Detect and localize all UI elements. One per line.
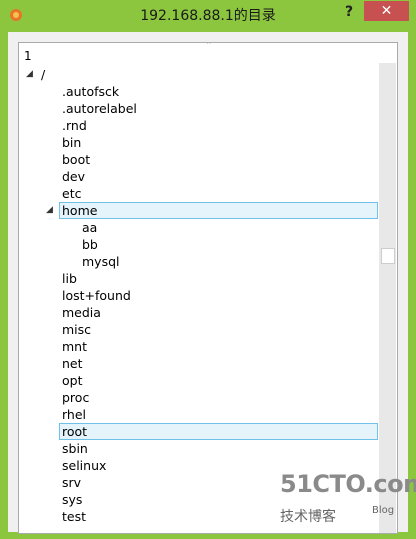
column-header[interactable]: 1 (24, 49, 32, 63)
scrollbar-track[interactable] (379, 63, 396, 533)
tree-node[interactable]: .autorelabel (62, 100, 137, 117)
tree-node[interactable]: net (62, 355, 83, 372)
tree-node[interactable]: opt (62, 372, 82, 389)
watermark-sub-text: 技术博客 (280, 509, 336, 525)
watermark-blog-text: Blog (372, 505, 395, 516)
tree-node[interactable]: mysql (82, 253, 120, 270)
tree-node[interactable]: proc (62, 389, 89, 406)
tree-node[interactable]: bin (62, 134, 81, 151)
scrollbar-thumb[interactable] (381, 248, 395, 264)
expand-icon[interactable]: ◢ (46, 202, 53, 219)
vertical-scrollbar[interactable] (379, 63, 396, 533)
tree-node[interactable]: .rnd (62, 117, 87, 134)
tree-node[interactable]: lost+found (62, 287, 131, 304)
tree-node-home[interactable]: home (59, 202, 378, 219)
help-button[interactable]: ? (338, 2, 360, 22)
tree-node[interactable]: aa (82, 219, 97, 236)
tree-node[interactable]: test (62, 508, 86, 525)
close-button[interactable]: ✕ (364, 1, 409, 21)
directory-tree[interactable]: ⌃ 1 ◢ / .autofsck .autorelabel .rnd bin … (18, 42, 398, 534)
expand-icon[interactable]: ◢ (26, 66, 33, 83)
tree-node[interactable]: misc (62, 321, 91, 338)
tree-node-root-dir[interactable]: root (59, 423, 378, 440)
tree-node[interactable]: rhel (62, 406, 86, 423)
tree-node[interactable]: lib (62, 270, 77, 287)
watermark-logo-text: 51CTO.com (280, 470, 416, 498)
tree-node[interactable]: .autofsck (62, 83, 119, 100)
tree-node[interactable]: dev (62, 168, 85, 185)
title-bar: 192.168.88.1的目录 ? ✕ (0, 0, 416, 32)
tree-node[interactable]: etc (62, 185, 81, 202)
tree-node[interactable]: sys (62, 491, 82, 508)
sort-arrow-icon: ⌃ (205, 42, 213, 51)
tree-node[interactable]: media (62, 304, 101, 321)
tree-node[interactable]: mnt (62, 338, 87, 355)
tree-node[interactable]: srv (62, 474, 81, 491)
tree-node[interactable]: selinux (62, 457, 106, 474)
tree-node[interactable]: boot (62, 151, 90, 168)
dialog-client: ⌃ 1 ◢ / .autofsck .autorelabel .rnd bin … (8, 32, 408, 534)
tree-node[interactable]: bb (82, 236, 98, 253)
tree-node[interactable]: sbin (62, 440, 88, 457)
tree-node-root[interactable]: / (41, 66, 45, 83)
